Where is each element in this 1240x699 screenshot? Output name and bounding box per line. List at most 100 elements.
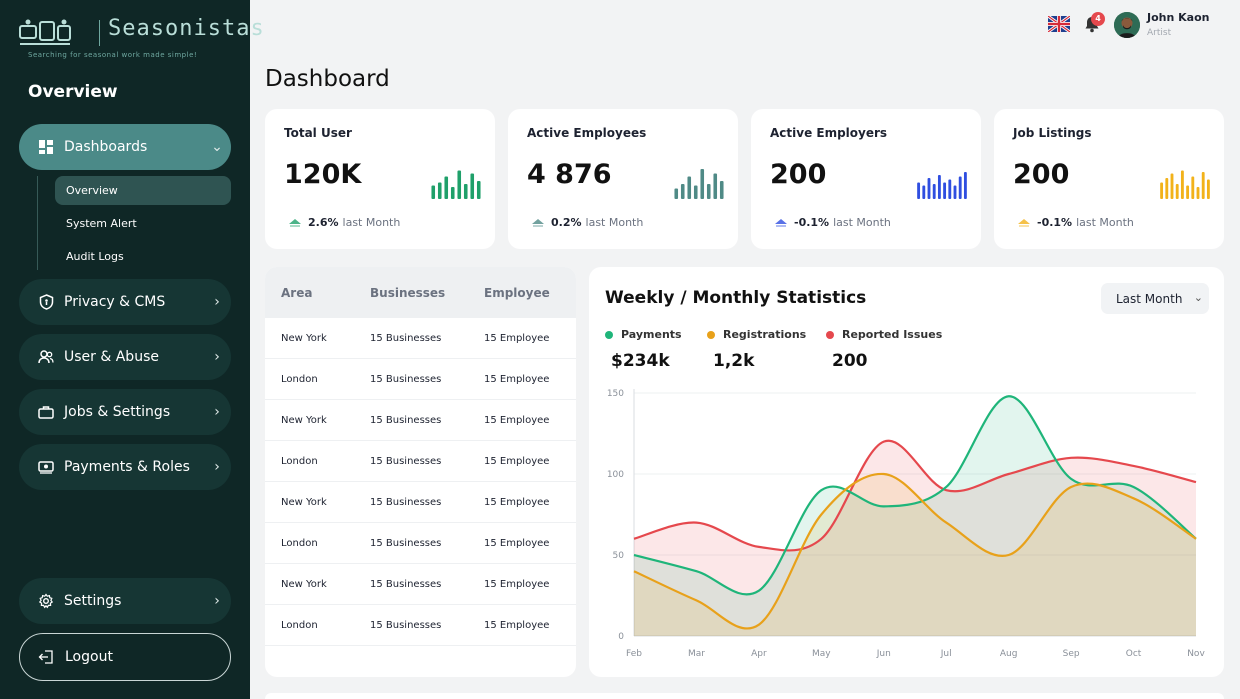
subnav-item-audit-logs[interactable]: Audit Logs bbox=[55, 242, 231, 271]
y-tick-label: 0 bbox=[618, 632, 624, 642]
cell-area: New York bbox=[281, 414, 327, 426]
mini-bar bbox=[958, 176, 962, 199]
chart-title: Weekly / Monthly Statistics bbox=[605, 288, 867, 308]
trend-up-icon bbox=[1018, 218, 1030, 227]
mini-bar bbox=[476, 181, 481, 199]
logout-button[interactable]: Logout bbox=[19, 633, 231, 681]
mini-bar bbox=[687, 176, 692, 199]
sidebar-item-label: Payments & Roles bbox=[64, 459, 190, 475]
cell-employee: 15 Employee bbox=[484, 496, 550, 508]
user-name[interactable]: John Kaon bbox=[1147, 11, 1209, 24]
table-row[interactable]: London 15 Businesses 15 Employee bbox=[265, 605, 576, 646]
area-table-card: Area Businesses Employee New York 15 Busi… bbox=[265, 267, 576, 677]
cell-businesses: 15 Businesses bbox=[370, 455, 442, 467]
legend-dot bbox=[707, 330, 715, 339]
notification-badge: 4 bbox=[1091, 12, 1105, 26]
table-row[interactable]: New York 15 Businesses 15 Employee bbox=[265, 564, 576, 605]
cell-area: New York bbox=[281, 332, 327, 344]
mini-bar bbox=[1160, 182, 1164, 199]
stat-label: Active Employers bbox=[770, 126, 888, 140]
stat-trend: -0.1% last Month bbox=[1017, 216, 1134, 229]
sidebar-item-user-abuse[interactable]: User & Abuse › bbox=[19, 334, 231, 380]
logo-divider bbox=[99, 20, 100, 46]
mini-bar bbox=[1191, 176, 1195, 199]
cell-area: London bbox=[281, 373, 318, 385]
mini-bar bbox=[1196, 187, 1200, 199]
stat-change-suffix: last Month bbox=[833, 216, 891, 229]
legend-registrations[interactable]: Registrations bbox=[707, 328, 806, 341]
x-tick-label: Sep bbox=[1063, 649, 1080, 659]
sidebar-item-jobs-settings[interactable]: Jobs & Settings › bbox=[19, 389, 231, 435]
sidebar-item-dashboards[interactable]: Dashboards ⌄ bbox=[19, 124, 231, 170]
table-row[interactable]: London 15 Businesses 15 Employee bbox=[265, 441, 576, 482]
y-tick-label: 50 bbox=[613, 551, 625, 561]
stat-value: 4 876 bbox=[527, 159, 612, 190]
mini-bar bbox=[963, 172, 967, 199]
stat-change: 2.6% bbox=[308, 216, 339, 229]
mini-bar bbox=[706, 184, 711, 199]
table-body: New York 15 Businesses 15 Employee London 15… bbox=[265, 318, 576, 646]
stat-change: -0.1% bbox=[794, 216, 830, 229]
cell-employee: 15 Employee bbox=[484, 373, 550, 385]
mini-bar bbox=[700, 169, 705, 199]
stat-value: 200 bbox=[770, 159, 827, 190]
stat-card-active-employees: Active Employees 4 876 0.2% last Month bbox=[508, 109, 738, 249]
brand-logo[interactable]: Seasonistas Searching for seasonal work … bbox=[18, 16, 264, 62]
brand-tagline: Searching for seasonal work made simple! bbox=[28, 51, 198, 59]
avatar[interactable] bbox=[1114, 12, 1140, 38]
dashboard-icon bbox=[37, 138, 55, 156]
table-row[interactable]: New York 15 Businesses 15 Employee bbox=[265, 482, 576, 523]
mini-bar bbox=[937, 175, 941, 199]
mini-bar bbox=[948, 179, 952, 199]
column-header-area[interactable]: Area bbox=[265, 286, 370, 300]
mini-bar bbox=[437, 182, 442, 199]
column-header-businesses[interactable]: Businesses bbox=[370, 286, 484, 300]
x-tick-label: Nov bbox=[1187, 649, 1205, 659]
table-row[interactable]: London 15 Businesses 15 Employee bbox=[265, 523, 576, 564]
mini-bar bbox=[917, 182, 921, 199]
cell-area: London bbox=[281, 455, 318, 467]
column-header-employee[interactable]: Employee bbox=[484, 286, 576, 300]
brand-name: Seasonistas bbox=[108, 16, 265, 41]
payments-total: $234k bbox=[611, 351, 670, 371]
briefcase-icon bbox=[37, 403, 55, 421]
subnav-item-overview[interactable]: Overview bbox=[55, 176, 231, 205]
table-row[interactable]: London 15 Businesses 15 Employee bbox=[265, 359, 576, 400]
mini-bar bbox=[713, 173, 718, 199]
sidebar-item-label: Settings bbox=[64, 593, 122, 609]
sidebar-item-settings[interactable]: Settings › bbox=[19, 578, 231, 624]
period-dropdown[interactable]: Last Month ⌄ bbox=[1101, 283, 1209, 314]
stat-label: Job Listings bbox=[1013, 126, 1092, 140]
table-row[interactable]: New York 15 Businesses 15 Employee bbox=[265, 318, 576, 359]
trend-up-icon bbox=[532, 218, 544, 227]
page-title: Dashboard bbox=[265, 66, 390, 92]
table-row[interactable]: New York 15 Businesses 15 Employee bbox=[265, 400, 576, 441]
statistics-chart-card: 0 50 100 150 Feb Mar Apr May Jun Jul Aug Sep Oct Nov … bbox=[589, 267, 1224, 677]
sidebar-item-label: Dashboards bbox=[64, 139, 148, 155]
sidebar-item-label: Privacy & CMS bbox=[64, 294, 166, 310]
mini-bar bbox=[1165, 178, 1169, 199]
mini-bar bbox=[693, 185, 698, 199]
uk-flag-icon[interactable] bbox=[1048, 16, 1070, 32]
subnav-item-system-alert[interactable]: System Alert bbox=[55, 209, 231, 238]
sidebar-item-privacy-cms[interactable]: Privacy & CMS › bbox=[19, 279, 231, 325]
legend-reported-issues[interactable]: Reported Issues bbox=[826, 328, 942, 341]
legend-payments[interactable]: Payments bbox=[605, 328, 682, 341]
chevron-right-icon: › bbox=[214, 459, 220, 475]
cell-employee: 15 Employee bbox=[484, 619, 550, 631]
cell-area: New York bbox=[281, 496, 327, 508]
mini-bar-chart-icon bbox=[674, 169, 724, 199]
cell-businesses: 15 Businesses bbox=[370, 537, 442, 549]
stat-value: 200 bbox=[1013, 159, 1070, 190]
logo-mark-icon bbox=[19, 19, 71, 45]
cell-employee: 15 Employee bbox=[484, 332, 550, 344]
cell-area: London bbox=[281, 537, 318, 549]
shield-icon bbox=[37, 293, 55, 311]
sidebar-item-payments-roles[interactable]: Payments & Roles › bbox=[19, 444, 231, 490]
mini-bar bbox=[1201, 172, 1205, 199]
legend-dot bbox=[826, 330, 834, 339]
mini-bar bbox=[1170, 173, 1174, 199]
legend-label: Payments bbox=[621, 328, 682, 341]
legend-label: Registrations bbox=[723, 328, 807, 341]
gear-icon bbox=[37, 592, 55, 610]
